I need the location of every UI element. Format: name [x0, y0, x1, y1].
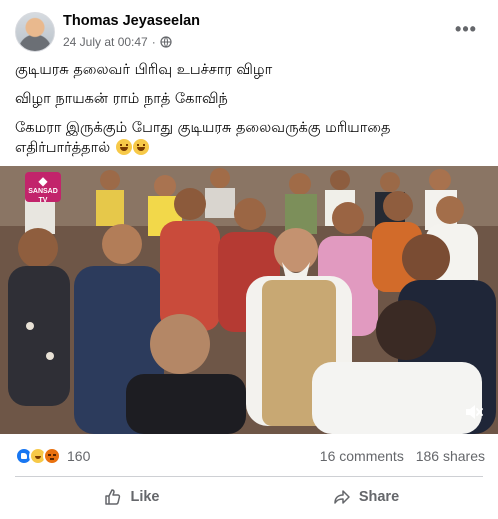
reaction-count[interactable]: 160	[67, 448, 90, 464]
reaction-summary[interactable]: 160	[15, 447, 90, 465]
share-icon	[334, 490, 350, 504]
grinning-sweat-emoji	[115, 139, 132, 155]
like-button[interactable]: Like	[15, 481, 249, 513]
divider	[15, 476, 483, 477]
engagement-counts: 16 comments 186 shares	[312, 448, 485, 464]
globe-icon	[160, 36, 172, 48]
grinning-sweat-emoji	[132, 139, 149, 155]
post-header: Thomas Jeyaseelan 24 July at 00:47 · •••	[0, 0, 498, 58]
avatar[interactable]	[15, 12, 55, 52]
like-label: Like	[130, 489, 160, 505]
share-button[interactable]: Share	[249, 481, 483, 513]
post-meta: 24 July at 00:47 ·	[63, 35, 172, 49]
more-options-icon[interactable]: •••	[454, 19, 478, 39]
post-text-line: கேமரா இருக்கும் போது குடியரசு தலைவருக்கு…	[15, 118, 485, 158]
angry-reaction-icon	[43, 447, 61, 465]
share-label: Share	[358, 489, 400, 505]
post-actions: Like Share	[15, 481, 483, 513]
author-name[interactable]: Thomas Jeyaseelan	[63, 13, 200, 29]
post-text-line: குடியரசு தலைவர் பிரிவு உபச்சார விழா	[15, 62, 273, 78]
post-media[interactable]: ◆ SANSAD TV	[0, 166, 498, 434]
post-text-line-content: கேமரா இருக்கும் போது குடியரசு தலைவருக்கு…	[15, 120, 391, 156]
post-text: குடியரசு தலைவர் பிரிவு உபச்சார விழா விழா…	[15, 60, 485, 158]
channel-logo-text: SANSAD TV	[28, 188, 58, 204]
post-stats: 160 16 comments 186 shares	[15, 444, 485, 468]
channel-logo-mark: ◆	[38, 174, 48, 188]
channel-logo: ◆ SANSAD TV	[25, 172, 61, 204]
post-text-line: விழா நாயகன் ராம் நாத் கோவிந்	[15, 91, 228, 107]
shares-count[interactable]: 186 shares	[416, 448, 485, 464]
meta-separator: ·	[151, 35, 156, 49]
post-timestamp[interactable]: 24 July at 00:47	[63, 35, 148, 49]
thumbs-up-icon	[105, 489, 121, 505]
speaker-muted-icon[interactable]	[463, 402, 483, 422]
comments-count[interactable]: 16 comments	[320, 448, 404, 464]
video-frame	[0, 166, 498, 434]
